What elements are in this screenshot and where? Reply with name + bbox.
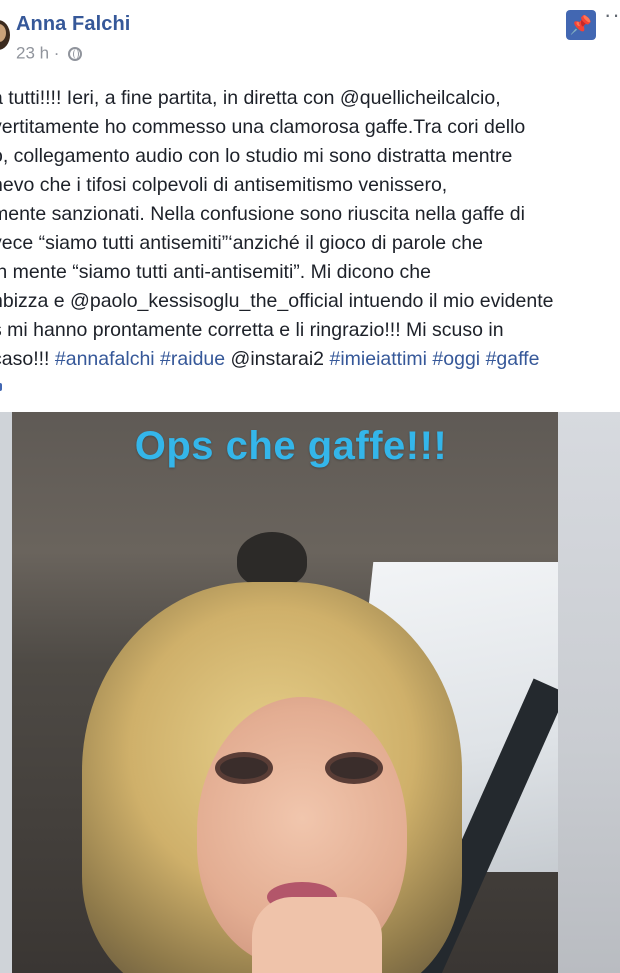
post-text-line: vece “siamo tutti antisemiti”‘anziché il… — [0, 232, 483, 254]
post-timestamp[interactable]: 23 h · — [16, 44, 59, 63]
post-text-line: nevo che i tifosi colpevoli di antisemit… — [0, 174, 448, 196]
post-text-line: a tutti!!!! Ieri, a fine partita, in dir… — [0, 87, 501, 109]
post-text-line: s mi hanno prontamente corretta e li rin… — [0, 319, 504, 341]
hashtag-annafalchi[interactable]: #annafalchi — [55, 348, 155, 370]
eye-left — [220, 757, 268, 779]
link-fragment[interactable] — [0, 383, 2, 391]
globe-icon — [68, 46, 83, 61]
video-player[interactable]: Ops che gaffe!!! — [0, 412, 620, 973]
video-border-left — [0, 412, 12, 973]
more-options-icon[interactable]: ·· — [604, 2, 620, 28]
post-text-line: in mente “siamo tutti anti-antisemiti”. … — [0, 261, 431, 283]
post-header: Anna Falchi 23 h · 📌 ·· — [0, 0, 620, 70]
video-caption: Ops che gaffe!!! — [134, 424, 448, 468]
hashtag-imieiattimi[interactable]: #imieiattimi — [329, 348, 427, 370]
post-text-line: mente sanzionati. Nella confusione sono … — [0, 203, 525, 225]
hand — [252, 897, 382, 973]
video-border-right — [558, 412, 620, 973]
hashtag-raidue[interactable]: #raidue — [160, 348, 225, 370]
post-text: a tutti!!!! Ieri, a fine partita, in dir… — [0, 84, 620, 374]
pin-icon[interactable]: 📌 — [566, 10, 596, 40]
eye-right — [330, 757, 378, 779]
post-text-line: vertitamente ho commesso una clamorosa g… — [0, 116, 526, 138]
post-text-line: o, collegamento audio con lo studio mi s… — [0, 145, 513, 167]
post-text-fragment: caso!!! — [0, 348, 50, 370]
avatar[interactable] — [0, 20, 10, 50]
post-meta: 23 h · — [16, 43, 83, 64]
author-name[interactable]: Anna Falchi — [16, 13, 130, 36]
hashtag-oggi[interactable]: #oggi — [432, 348, 480, 370]
post-text-line: nbizza e @paolo_kessisoglu_the_official … — [0, 290, 554, 312]
mention-instarai2[interactable]: @instarai2 — [231, 348, 325, 370]
video-frame[interactable]: Ops che gaffe!!! — [12, 412, 558, 973]
hashtag-gaffe[interactable]: #gaffe — [486, 348, 540, 370]
post-text-last-line: caso!!! #annafalchi #raidue @instarai2 #… — [0, 345, 620, 374]
headrest — [237, 532, 307, 587]
